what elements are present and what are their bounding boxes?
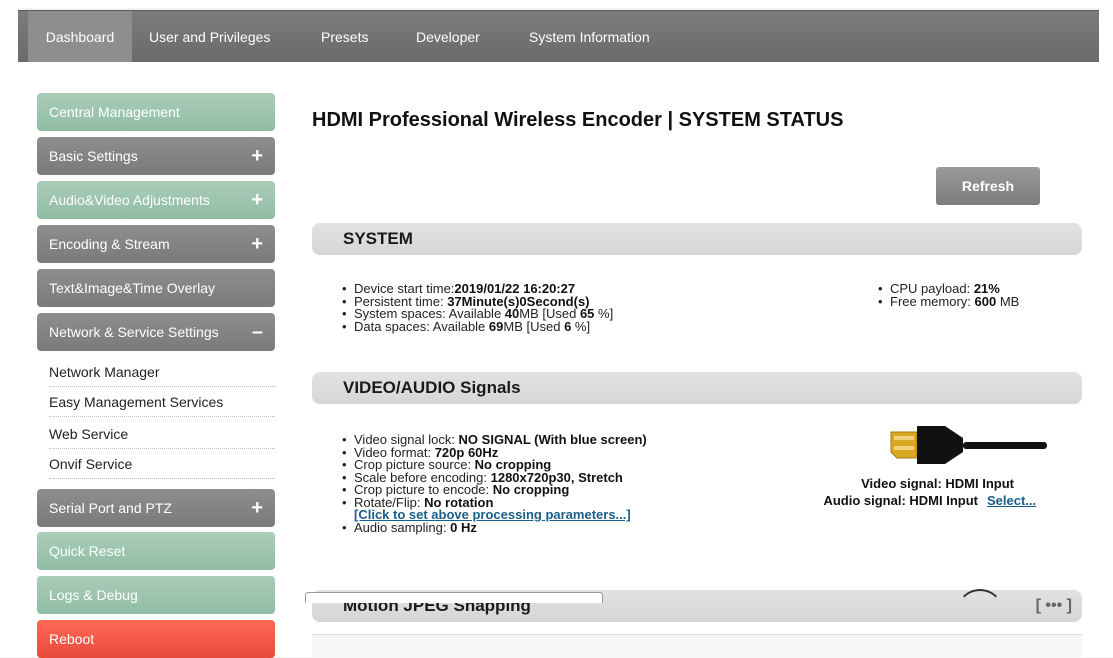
sidebar-subitem-network-manager[interactable]: Network Manager	[49, 358, 275, 387]
sidebar-item-label: Central Management	[49, 104, 180, 120]
sidebar-subitem-easy-management[interactable]: Easy Management Services	[49, 388, 275, 417]
right-frame	[1099, 0, 1113, 657]
list-item: Audio sampling: 0 Hz	[338, 521, 647, 535]
list-item: Data spaces: Available 69MB [Used 6 %]	[338, 320, 613, 334]
sidebar-item-label: Logs & Debug	[49, 587, 138, 603]
sidebar-item-text-overlay[interactable]: Text&Image&Time Overlay	[37, 269, 275, 307]
sidebar-item-serial-ptz[interactable]: Serial Port and PTZ +	[37, 489, 275, 527]
tab-developer[interactable]: Developer	[416, 11, 480, 63]
tab-presets[interactable]: Presets	[321, 11, 368, 63]
mjpeg-panel	[312, 634, 1082, 658]
system-resource-list: CPU payload: 21% Free memory: 600 MB	[874, 282, 1019, 309]
sidebar-item-label: Quick Reset	[49, 543, 126, 559]
sidebar-item-label: Serial Port and PTZ	[49, 500, 172, 516]
video-info-list: Video signal lock: NO SIGNAL (With blue …	[338, 433, 647, 535]
sidebar-item-label: Network & Service Settings	[49, 324, 219, 340]
sidebar-item-reboot[interactable]: Reboot	[37, 620, 275, 658]
sidebar-item-label: Audio&Video Adjustments	[49, 192, 210, 208]
sidebar-item-label: Basic Settings	[49, 148, 138, 164]
refresh-button[interactable]: Refresh	[936, 167, 1040, 205]
tab-dashboard[interactable]: Dashboard	[28, 11, 132, 63]
select-audio-link[interactable]: Select...	[987, 493, 1036, 508]
sidebar-item-basic-settings[interactable]: Basic Settings +	[37, 137, 275, 175]
sidebar-item-logs-debug[interactable]: Logs & Debug	[37, 576, 275, 614]
sidebar-item-encoding-stream[interactable]: Encoding & Stream +	[37, 225, 275, 263]
sidebar-subitem-web-service[interactable]: Web Service	[49, 420, 275, 449]
sidebar-item-label: Reboot	[49, 631, 95, 647]
plus-icon: +	[251, 145, 263, 167]
sidebar-item-label: Text&Image&Time Overlay	[49, 280, 215, 296]
sidebar-item-quick-reset[interactable]: Quick Reset	[37, 532, 275, 570]
section-header-system: SYSTEM	[312, 223, 1082, 255]
sidebar-subitem-onvif-service[interactable]: Onvif Service	[49, 450, 275, 479]
system-info-list: Device start time:2019/01/22 16:20:27 Pe…	[338, 282, 613, 334]
more-options-icon[interactable]: [ ••• ]	[1036, 590, 1072, 622]
round-control[interactable]	[956, 589, 1004, 637]
tab-system-information[interactable]: System Information	[529, 11, 650, 63]
tab-user-and-privileges[interactable]: User and Privileges	[149, 11, 270, 63]
plus-icon: +	[251, 189, 263, 211]
list-item: Free memory: 600 MB	[874, 295, 1019, 309]
video-signal-label: Video signal: HDMI Input	[861, 476, 1014, 491]
page-title: HDMI Professional Wireless Encoder | SYS…	[312, 109, 844, 131]
section-title: SYSTEM	[343, 229, 413, 248]
left-frame	[0, 0, 18, 657]
hdmi-cable-icon	[890, 426, 1047, 464]
plus-icon: +	[251, 497, 263, 519]
minus-icon: –	[251, 321, 263, 343]
audio-signal-label: Audio signal: HDMI Input	[823, 493, 978, 508]
sidebar-item-label: Encoding & Stream	[49, 236, 170, 252]
page-area: Central Management Basic Settings + Audi…	[18, 62, 1099, 658]
section-title: VIDEO/AUDIO Signals	[343, 378, 521, 397]
sidebar-item-central-management[interactable]: Central Management	[37, 93, 275, 131]
top-nav: Dashboard User and Privileges Presets De…	[18, 10, 1099, 63]
plus-icon: +	[251, 233, 263, 255]
sidebar-item-audio-video[interactable]: Audio&Video Adjustments +	[37, 181, 275, 219]
section-header-video-audio: VIDEO/AUDIO Signals	[312, 372, 1082, 404]
mjpeg-input[interactable]	[305, 592, 603, 603]
top-strip	[0, 0, 1113, 8]
sidebar-item-network-service[interactable]: Network & Service Settings –	[37, 313, 275, 351]
